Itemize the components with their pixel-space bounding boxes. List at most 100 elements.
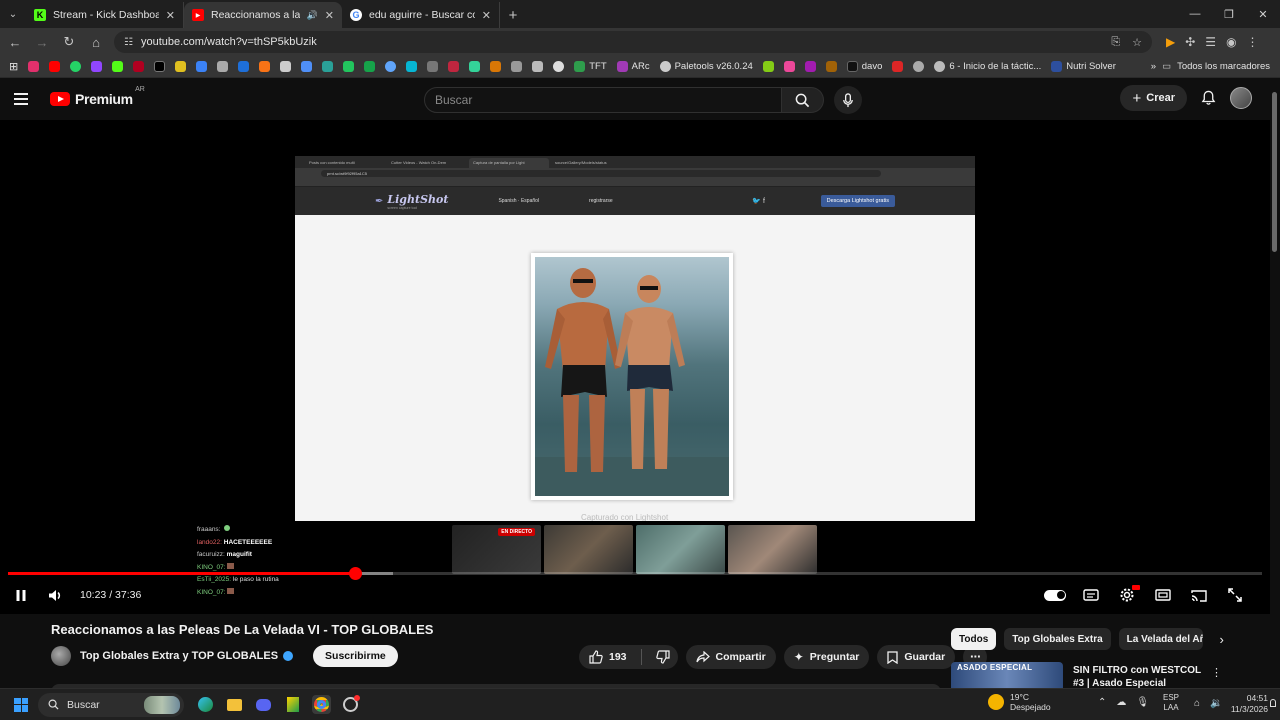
bookmark-brown-icon[interactable] xyxy=(823,58,840,76)
install-app-icon[interactable]: ⎘ xyxy=(1111,36,1120,49)
bookmark-arc[interactable]: ARc xyxy=(614,58,653,76)
bookmark-blue2-icon[interactable] xyxy=(235,58,252,76)
bookmark-lime-icon[interactable] xyxy=(760,58,777,76)
close-tab-icon[interactable]: ✕ xyxy=(325,9,334,22)
tab-youtube-video[interactable]: ▶ Reaccionamos a las Peleas D 🔊 ✕ xyxy=(184,2,342,28)
chip-velada[interactable]: La Velada del Año xyxy=(1118,628,1203,650)
create-button[interactable]: + Crear xyxy=(1120,85,1187,111)
forward-icon[interactable]: → xyxy=(30,30,54,54)
bookmark-tft[interactable]: TFT xyxy=(571,58,609,76)
profile-icon[interactable]: ◉ xyxy=(1226,35,1236,49)
bookmark-davo[interactable]: davo xyxy=(844,58,886,76)
extension-play-icon[interactable]: ▶ xyxy=(1166,35,1175,49)
weather-widget[interactable]: 19°C Despejado xyxy=(988,692,1051,712)
bookmark-gray-icon[interactable] xyxy=(214,58,231,76)
bookmark-twitch-icon[interactable] xyxy=(88,58,105,76)
bookmark-blue-icon[interactable] xyxy=(193,58,210,76)
like-count[interactable]: 193 xyxy=(609,651,627,663)
discord-icon[interactable] xyxy=(254,695,273,714)
bookmark-kick-icon[interactable] xyxy=(109,58,126,76)
reload-icon[interactable]: ↻ xyxy=(57,30,81,54)
tab-groups-icon[interactable]: ☰ xyxy=(1205,35,1216,49)
file-explorer-icon[interactable] xyxy=(225,695,244,714)
tab-google-search[interactable]: G edu aguirre - Buscar con Google ✕ xyxy=(342,2,500,28)
speaker-icon[interactable]: 🔊 xyxy=(307,10,318,21)
bookmark-grid-icon[interactable] xyxy=(508,58,525,76)
network-icon[interactable]: ⌂ xyxy=(1194,698,1200,709)
chips-next-button[interactable]: › xyxy=(1211,628,1233,650)
bookmark-x-icon[interactable] xyxy=(151,58,168,76)
bookmark-tactica[interactable]: 6 - Inicio de la táctic... xyxy=(931,58,1044,76)
site-info-icon[interactable]: ☷ xyxy=(124,37,133,48)
bookmark-messenger-icon[interactable] xyxy=(382,58,399,76)
browser-menu-icon[interactable]: ⋮ xyxy=(1247,35,1259,49)
minimize-icon[interactable]: — xyxy=(1178,0,1212,28)
bookmark-cyan-icon[interactable] xyxy=(403,58,420,76)
bookmark-youtube-icon[interactable] xyxy=(46,58,63,76)
chrome-icon[interactable] xyxy=(312,695,331,714)
app-green-icon[interactable] xyxy=(283,695,302,714)
fullscreen-button[interactable] xyxy=(1218,580,1252,610)
volume-button[interactable] xyxy=(38,580,72,610)
theater-mode-button[interactable] xyxy=(1146,580,1180,610)
bookmark-teal-icon[interactable] xyxy=(319,58,336,76)
bookmark-orange-icon[interactable] xyxy=(256,58,273,76)
bookmark-crimson-icon[interactable] xyxy=(445,58,462,76)
notification-icon[interactable] xyxy=(1270,699,1276,707)
cast-button[interactable] xyxy=(1182,580,1216,610)
tab-search-icon[interactable]: ⌄ xyxy=(0,0,26,28)
taskbar-search[interactable]: Buscar xyxy=(38,692,184,717)
subtitles-button[interactable] xyxy=(1074,580,1108,610)
bookmark-red2-icon[interactable] xyxy=(889,58,906,76)
all-bookmarks-label[interactable]: Todos los marcadores xyxy=(1177,61,1270,72)
bookmark-paletools[interactable]: Paletools v26.0.24 xyxy=(657,58,756,76)
clock[interactable]: 04:51 11/3/2026 xyxy=(1226,693,1268,715)
close-tab-icon[interactable]: ✕ xyxy=(166,9,175,22)
more-vertical-icon[interactable]: ⋮ xyxy=(1211,666,1222,679)
autoplay-toggle[interactable] xyxy=(1038,580,1072,610)
share-button[interactable]: Compartir xyxy=(685,645,776,669)
input-language[interactable]: ESP LAA xyxy=(1163,693,1179,713)
scrollbar-thumb[interactable] xyxy=(1272,92,1277,252)
notifications-bell-icon[interactable] xyxy=(1201,90,1216,106)
settings-button[interactable] xyxy=(1110,580,1144,610)
back-icon[interactable]: ← xyxy=(3,30,27,54)
chip-all[interactable]: Todos xyxy=(951,628,997,650)
bookmark-pink-icon[interactable] xyxy=(781,58,798,76)
chevron-up-icon[interactable]: ⌃ xyxy=(1098,697,1106,708)
app-gear-icon[interactable] xyxy=(341,695,360,714)
extensions-puzzle-icon[interactable]: ✣ xyxy=(1185,35,1195,49)
bookmark-gray2-icon[interactable] xyxy=(277,58,294,76)
bookmark-green-icon[interactable] xyxy=(340,58,357,76)
tab-kick-dashboard[interactable]: K Stream - Kick Dashboard ✕ xyxy=(26,2,184,28)
hamburger-menu-icon[interactable] xyxy=(14,93,38,105)
subscribe-button[interactable]: Suscribirme xyxy=(313,645,398,667)
cloud-icon[interactable]: ☁ xyxy=(1116,697,1126,708)
youtube-logo[interactable]: Premium AR xyxy=(50,86,145,107)
close-tab-icon[interactable]: ✕ xyxy=(482,9,491,22)
bookmark-reddit-icon[interactable] xyxy=(550,58,567,76)
thumbs-up-icon[interactable] xyxy=(589,650,603,664)
bookmark-whatsapp-icon[interactable] xyxy=(67,58,84,76)
chip-channel[interactable]: Top Globales Extra xyxy=(1004,628,1111,650)
bookmark-sheet-icon[interactable] xyxy=(424,58,441,76)
account-avatar[interactable] xyxy=(1230,87,1252,109)
bookmark-doc-icon[interactable] xyxy=(298,58,315,76)
search-button[interactable] xyxy=(782,87,824,113)
speaker-icon[interactable]: 🔉 xyxy=(1210,698,1222,709)
chevron-double-right-icon[interactable]: » xyxy=(1151,61,1156,72)
address-bar[interactable]: ☷ youtube.com/watch?v=thSP5kbUzik ⎘ ☆ xyxy=(114,31,1152,53)
video-progress-bar[interactable] xyxy=(8,567,1262,580)
save-button[interactable]: Guardar xyxy=(877,645,956,669)
bookmark-star-icon[interactable]: ☆ xyxy=(1132,36,1142,49)
bookmark-instagram-icon[interactable] xyxy=(25,58,42,76)
channel-name[interactable]: Top Globales Extra y TOP GLOBALES xyxy=(80,650,278,662)
bookmark-mint-icon[interactable] xyxy=(466,58,483,76)
pause-button[interactable] xyxy=(4,580,38,610)
apps-grid-icon[interactable]: ⊞ xyxy=(6,58,21,76)
bookmark-magenta-icon[interactable] xyxy=(802,58,819,76)
bookmark-nutri-solver[interactable]: Nutri Solver xyxy=(1048,58,1119,76)
search-input[interactable]: Buscar xyxy=(424,87,782,113)
bookmark-green2-icon[interactable] xyxy=(361,58,378,76)
page-scrollbar[interactable] xyxy=(1270,84,1280,688)
